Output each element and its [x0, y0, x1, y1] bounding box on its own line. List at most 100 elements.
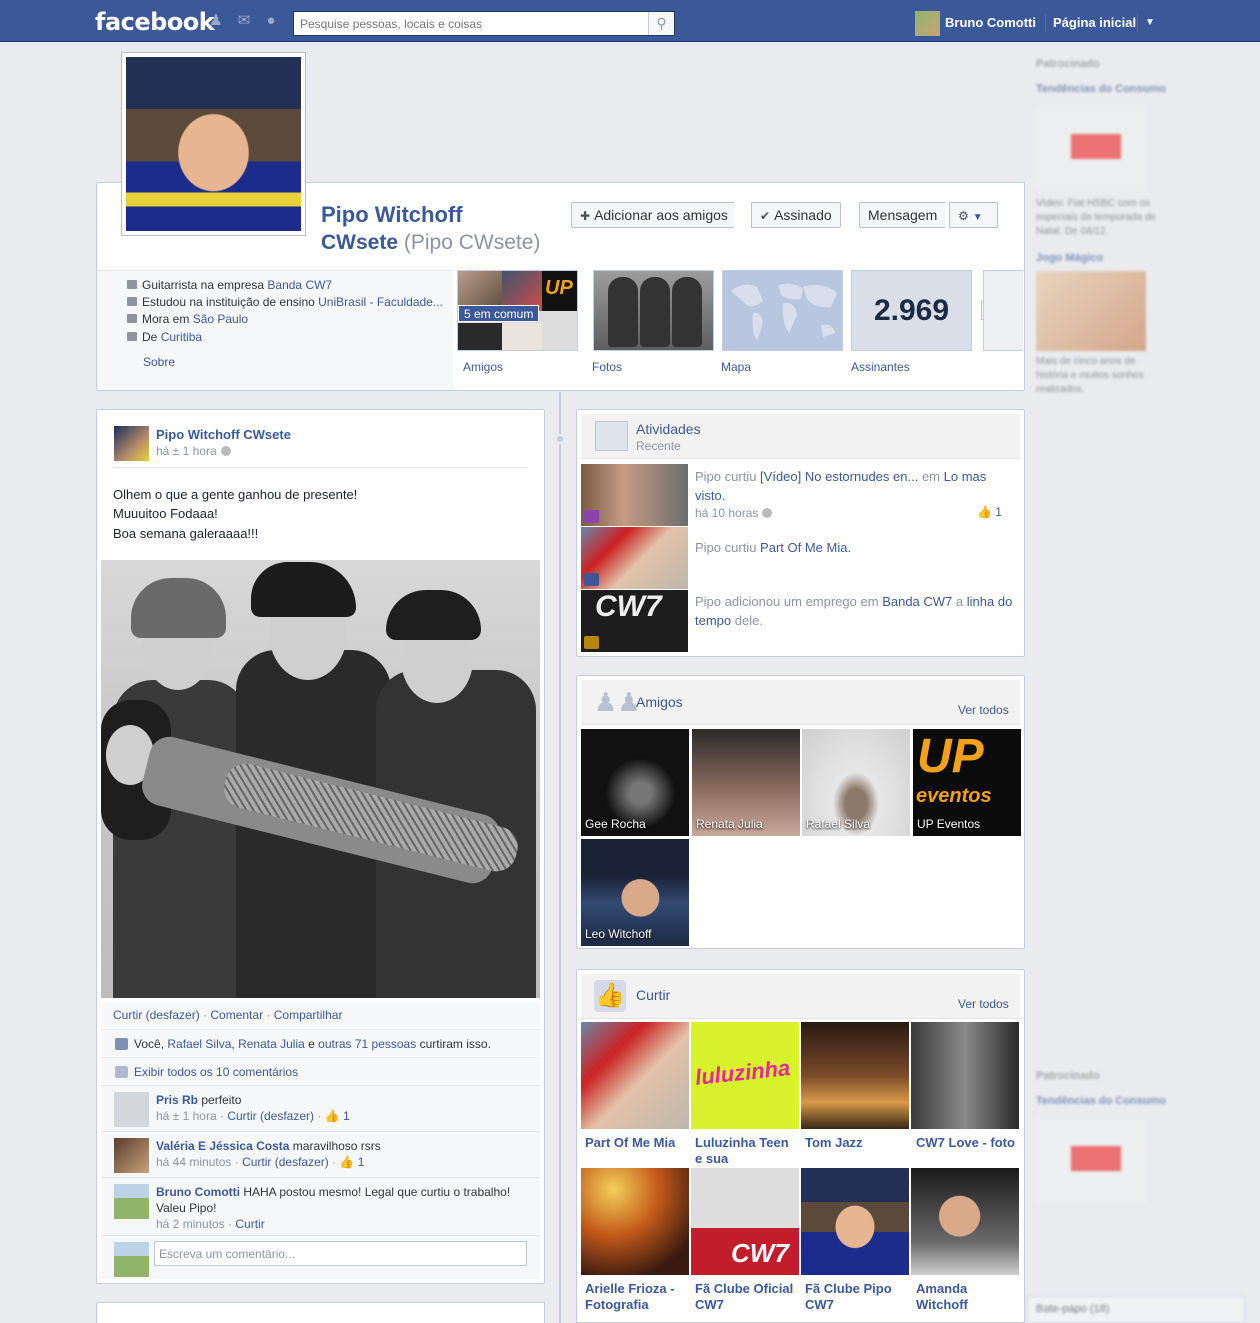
ad-image[interactable] — [1036, 106, 1146, 191]
liked-page-name[interactable]: Part Of Me Mia — [585, 1135, 685, 1151]
activity-video-thumb[interactable] — [581, 464, 688, 526]
post-photo[interactable] — [101, 560, 540, 998]
liked-page-tile[interactable] — [801, 1022, 909, 1129]
post-timestamp[interactable]: há ± 1 hora — [156, 444, 231, 458]
share-link[interactable]: Compartilhar — [274, 1008, 343, 1022]
friend-tile[interactable]: Rafael Silva — [802, 729, 910, 836]
ad-title[interactable]: Tendências do Consumo — [1036, 1094, 1166, 1108]
photos-thumb[interactable] — [593, 270, 714, 351]
globe-icon — [220, 446, 231, 456]
comment-avatar[interactable] — [114, 1092, 149, 1127]
search-input[interactable] — [294, 12, 644, 35]
comment-avatar[interactable] — [114, 1184, 149, 1219]
comment-like-link[interactable]: Curtir (desfazer) — [227, 1109, 314, 1123]
activity-link[interactable]: Part Of Me Mia. — [760, 540, 851, 555]
facebook-logo[interactable]: facebook — [95, 8, 215, 36]
lives-link[interactable]: São Paulo — [193, 312, 248, 326]
thumbs-up-icon: 👍 — [339, 1155, 355, 1169]
profile-name-rest: CWsete — [321, 231, 399, 254]
likes-see-all-link[interactable]: Ver todos — [958, 997, 1009, 1011]
comment-link[interactable]: Comentar — [210, 1008, 263, 1022]
comment-like-link[interactable]: Curtir — [235, 1217, 264, 1231]
eventos-logo: eventos — [916, 785, 992, 807]
friend-tile[interactable]: Leo Witchoff — [581, 839, 689, 946]
tab-photos[interactable]: Fotos — [592, 360, 622, 374]
comment-avatar[interactable] — [114, 1138, 149, 1173]
friend-requests-icon[interactable]: ♟ — [207, 13, 225, 29]
liked-page-tile[interactable]: luluzinha — [691, 1022, 799, 1129]
post-author-avatar[interactable] — [114, 426, 149, 461]
liked-page-name[interactable]: Fã Clube Pipo CW7 — [805, 1281, 905, 1313]
luluzinha-logo: luluzinha — [693, 1055, 792, 1090]
others-likers-link[interactable]: outras 71 pessoas — [318, 1037, 416, 1051]
commenter-name[interactable]: Valéria E Jéssica Costa — [156, 1139, 289, 1153]
tab-friends[interactable]: Amigos — [463, 360, 503, 374]
work-link[interactable]: Banda CW7 — [267, 278, 332, 292]
messages-icon[interactable]: ✉ — [235, 13, 253, 29]
likes-title[interactable]: Curtir — [636, 987, 670, 1003]
friends-title[interactable]: Amigos — [636, 694, 683, 710]
friend-tile[interactable]: UP eventos UP Eventos — [913, 729, 1021, 836]
friends-see-all-link[interactable]: Ver todos — [958, 703, 1009, 717]
from-link[interactable]: Curitiba — [161, 330, 202, 344]
comment-input[interactable]: Escreva um comentário... — [154, 1241, 527, 1266]
activity-like-count[interactable]: 👍 1 — [977, 505, 1002, 519]
tab-subscribers[interactable]: Assinantes — [851, 360, 910, 374]
settings-gear-button[interactable]: ⚙ ▼ — [949, 202, 998, 228]
about-link[interactable]: Sobre — [143, 355, 175, 369]
liked-page-tile[interactable] — [581, 1022, 689, 1129]
activity-title[interactable]: Atividades — [636, 421, 701, 437]
liked-page-name[interactable]: Luluzinha Teen e sua — [695, 1135, 795, 1167]
comment-like-link[interactable]: Curtir (desfazer) — [242, 1155, 329, 1169]
subscribed-button[interactable]: ✔ Assinado — [751, 202, 841, 228]
tab-map[interactable]: Mapa — [721, 360, 751, 374]
friend-tile[interactable]: Renata Julia — [692, 729, 800, 836]
mutual-friends-badge[interactable]: 5 em comum — [458, 305, 540, 322]
profile-picture[interactable] — [121, 52, 306, 236]
ad-title[interactable]: Jogo Mágico — [1036, 251, 1166, 265]
home-link[interactable]: Página inicial — [1053, 15, 1136, 30]
activity-link[interactable]: [Vídeo] No estornudes en... — [760, 469, 918, 484]
friends-thumb[interactable]: UP 5 em comum — [457, 270, 578, 351]
message-button[interactable]: Mensagem — [859, 202, 946, 228]
activity-subtitle: Recente — [636, 439, 681, 453]
ads-header: Patrocinado — [1036, 58, 1100, 70]
post-author-name[interactable]: Pipo Witchoff CWsete — [156, 427, 291, 442]
activity-link[interactable]: Banda CW7 — [882, 594, 952, 609]
chat-bar[interactable]: Bate-papo (18) — [1027, 1296, 1245, 1323]
like-undo-link[interactable]: Curtir (desfazer) — [113, 1008, 200, 1022]
partial-section-thumb — [983, 270, 1023, 351]
liked-page-name[interactable]: Amanda Witchoff — [916, 1281, 1016, 1313]
activity-photo-thumb[interactable] — [581, 527, 688, 589]
search-icon[interactable]: ⚲ — [648, 12, 674, 35]
commenter-name[interactable]: Pris Rb — [156, 1093, 198, 1107]
friend-tile[interactable]: Gee Rocha — [581, 729, 689, 836]
liked-page-tile[interactable] — [911, 1168, 1019, 1275]
liked-page-name[interactable]: Fã Clube Oficial CW7 — [695, 1281, 795, 1313]
activity-cw7-thumb[interactable]: CW7 — [581, 590, 688, 652]
map-thumb[interactable] — [722, 270, 843, 351]
user-name-link[interactable]: Bruno Comotti — [945, 15, 1036, 30]
ad-image[interactable] — [1036, 1118, 1146, 1203]
notifications-globe-icon[interactable]: ● — [262, 13, 280, 29]
liked-page-tile[interactable] — [911, 1022, 1019, 1129]
liked-page-name[interactable]: Tom Jazz — [805, 1135, 905, 1151]
subscribers-thumb[interactable]: 2.969 — [851, 270, 972, 351]
liked-page-tile[interactable] — [801, 1168, 909, 1275]
add-friend-button[interactable]: ✚ Adicionar aos amigos — [571, 202, 734, 228]
thumbs-up-icon: 👍 — [594, 980, 626, 1012]
liked-page-tile[interactable]: CW7 — [691, 1168, 799, 1275]
liked-page-name[interactable]: Arielle Frioza - Fotografia — [585, 1281, 685, 1313]
show-all-comments[interactable]: Exibir todos os 10 comentários — [101, 1057, 540, 1084]
liked-page-tile[interactable] — [581, 1168, 689, 1275]
commenter-name[interactable]: Bruno Comotti — [156, 1185, 240, 1199]
liked-page-name[interactable]: CW7 Love - foto — [916, 1135, 1016, 1151]
account-menu-caret-icon[interactable]: ▼ — [1145, 17, 1155, 28]
education-link[interactable]: UniBrasil - Faculdade... — [318, 295, 443, 309]
thumbs-up-icon — [115, 1038, 128, 1050]
ad-title[interactable]: Tendências do Consumo — [1036, 82, 1166, 96]
user-avatar[interactable] — [915, 11, 940, 36]
ad-image[interactable] — [1036, 271, 1146, 351]
liker-link[interactable]: Rafael Silva — [167, 1037, 231, 1051]
liker-link[interactable]: Renata Julia — [238, 1037, 305, 1051]
